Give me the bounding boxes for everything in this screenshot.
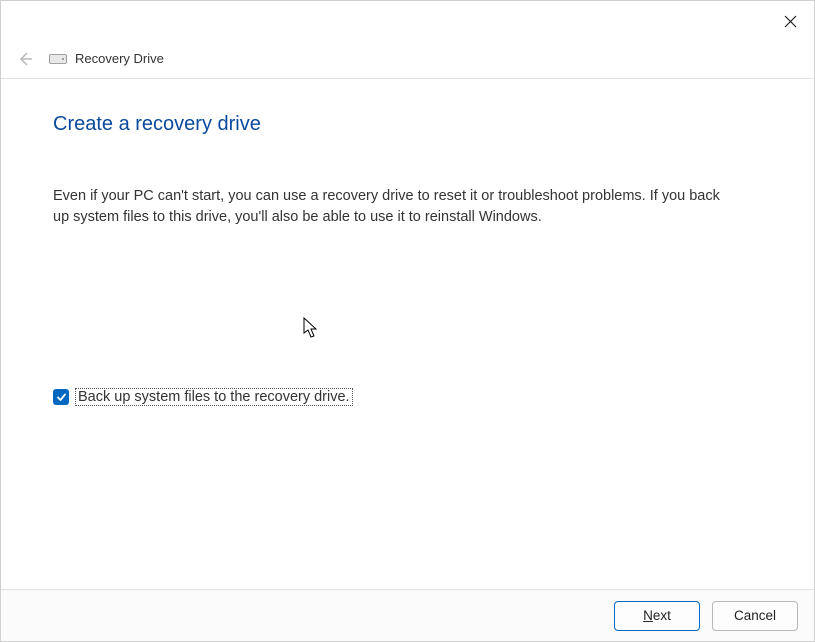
next-button[interactable]: Next [614,601,700,631]
titlebar [1,1,814,39]
window-title: Recovery Drive [75,51,164,66]
drive-icon [49,52,67,66]
backup-checkbox[interactable] [53,389,69,405]
close-icon [784,15,797,28]
header-row: Recovery Drive [1,39,814,79]
page-description: Even if your PC can't start, you can use… [53,186,733,228]
close-button[interactable] [778,9,802,33]
backup-checkbox-label[interactable]: Back up system files to the recovery dri… [75,388,353,406]
checkmark-icon [56,392,67,403]
back-button[interactable] [13,47,37,71]
footer: Next Cancel [1,589,814,641]
content-area: Create a recovery drive Even if your PC … [1,79,814,406]
cancel-button[interactable]: Cancel [712,601,798,631]
back-arrow-icon [17,51,33,67]
page-heading: Create a recovery drive [53,113,762,136]
backup-checkbox-row[interactable]: Back up system files to the recovery dri… [53,388,762,406]
next-button-label: ext [653,608,671,623]
